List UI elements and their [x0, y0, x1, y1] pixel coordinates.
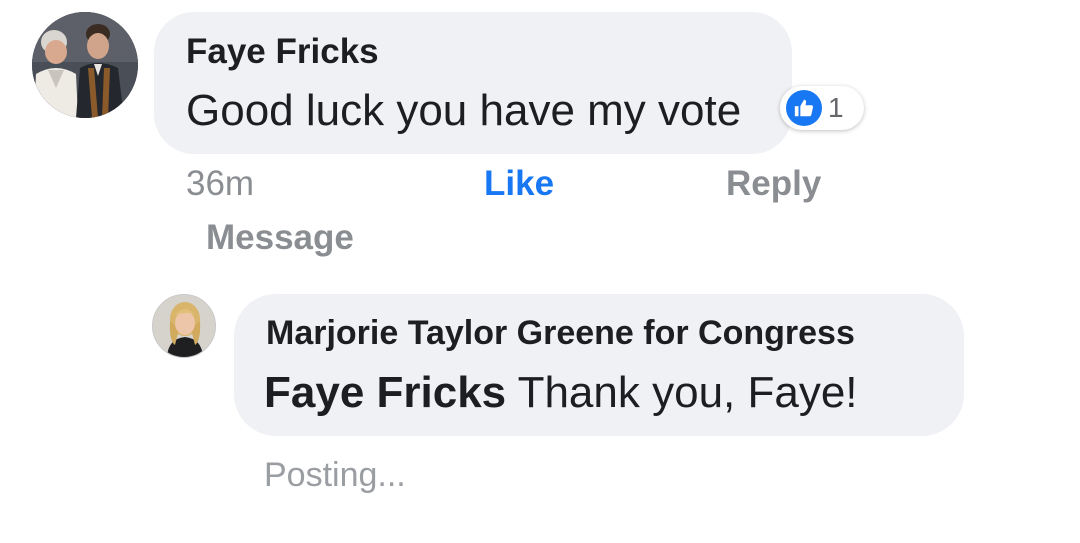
reaction-summary[interactable]: 1 [780, 86, 864, 130]
comment-thread: Faye Fricks Good luck you have my vote 1… [0, 0, 1080, 543]
reply-button[interactable]: Reply [726, 164, 821, 204]
reply-mention[interactable]: Faye Fricks [264, 368, 506, 417]
commenter-avatar[interactable] [32, 12, 138, 118]
like-button[interactable]: Like [484, 164, 554, 204]
comment-author[interactable]: Faye Fricks [186, 32, 379, 72]
reply-text: Faye Fricks Thank you, Faye! [264, 368, 858, 418]
reply-author[interactable]: Marjorie Taylor Greene for Congress [266, 314, 855, 353]
posting-status: Posting... [264, 456, 406, 494]
reply-author-avatar[interactable] [152, 294, 216, 358]
reaction-count: 1 [828, 92, 844, 123]
comment-timestamp[interactable]: 36m [186, 164, 254, 204]
comment-text: Good luck you have my vote [186, 86, 742, 135]
reply-message: Thank you, Faye! [506, 368, 858, 417]
message-button[interactable]: Message [206, 218, 354, 258]
like-icon [786, 90, 822, 126]
